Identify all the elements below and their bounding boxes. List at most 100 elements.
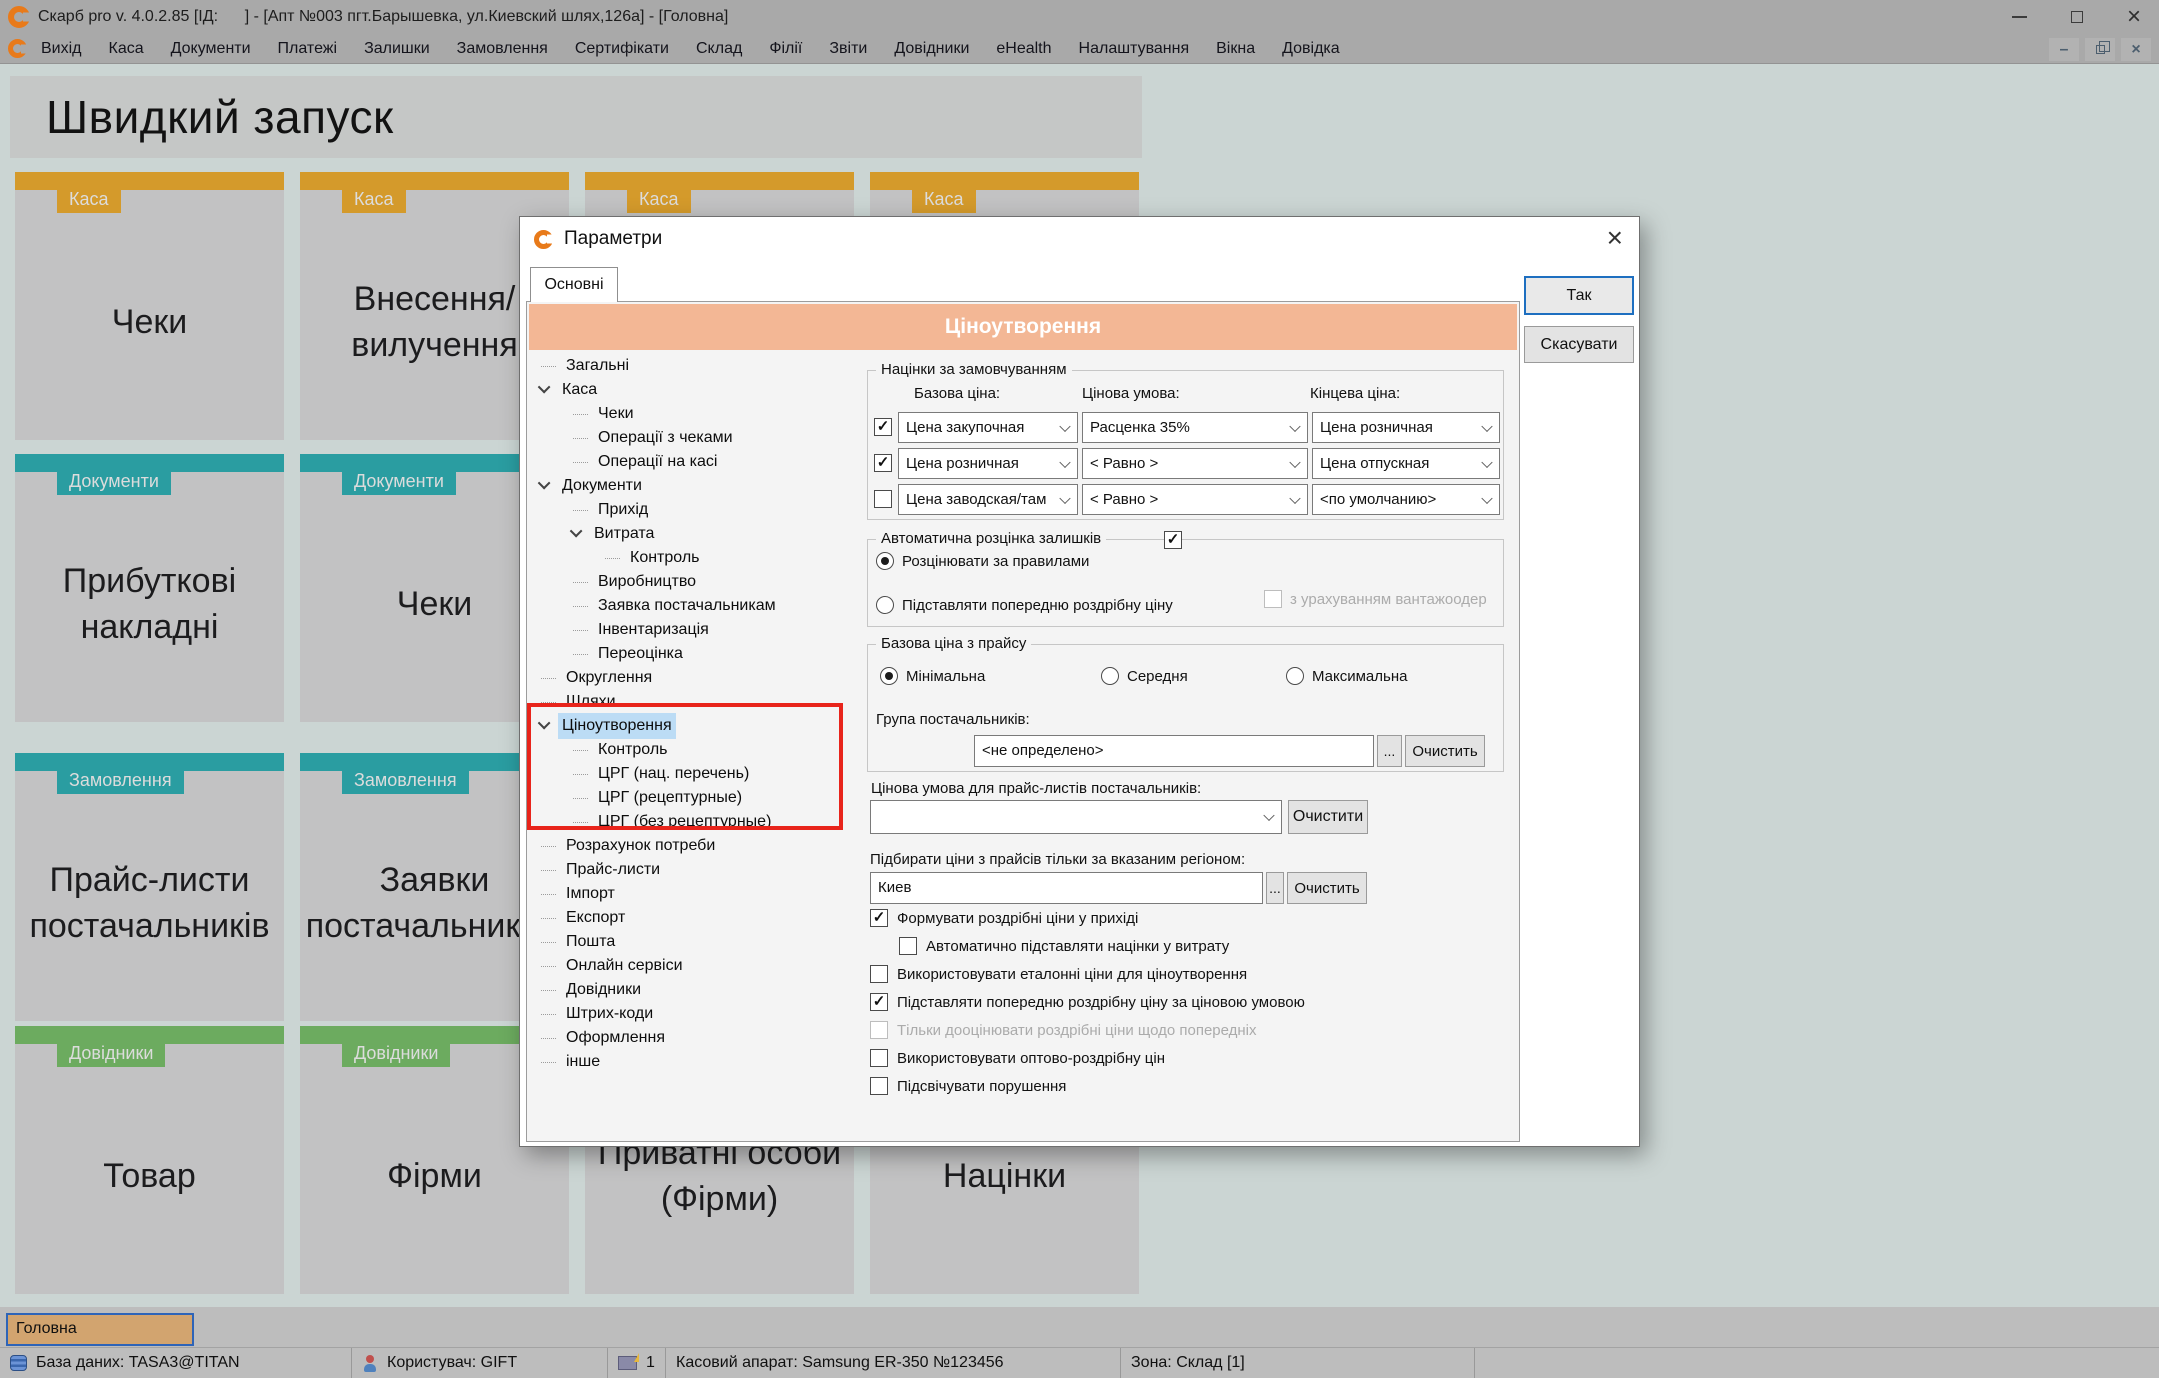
price-condition-select[interactable]: Расценка 35% <box>1082 412 1308 443</box>
tree-item[interactable]: Витрата <box>527 522 857 546</box>
chevron-down-icon <box>1481 492 1492 503</box>
menu-item[interactable]: Філії <box>769 40 802 58</box>
close-icon[interactable]: × <box>2127 5 2141 29</box>
tree-item[interactable]: Документи <box>527 474 857 498</box>
minimize-icon[interactable] <box>2012 16 2027 18</box>
tree-item[interactable]: Прихід <box>527 498 857 522</box>
tree-item[interactable]: Оформлення <box>527 1026 857 1050</box>
price-condition-select[interactable]: < Равно > <box>1082 484 1308 515</box>
tree-item[interactable]: інше <box>527 1050 857 1074</box>
tree-item[interactable]: Довідники <box>527 978 857 1002</box>
tree-item[interactable]: Операції з чеками <box>527 426 857 450</box>
chevron-down-icon[interactable] <box>570 524 583 537</box>
clear-button[interactable]: Очистить <box>1287 872 1367 904</box>
quick-launch-tile[interactable]: Довідники Товар <box>15 1026 284 1294</box>
tree-connector <box>541 366 556 367</box>
tree-item[interactable]: Інвентаризація <box>527 618 857 642</box>
radio-by-rules[interactable] <box>876 552 894 570</box>
window-titlebar: Скарб pro v. 4.0.2.85 [ІД: ] - [Апт №003… <box>0 0 2159 34</box>
menu-item[interactable]: Вихід <box>41 40 82 58</box>
tree-item[interactable]: Імпорт <box>527 882 857 906</box>
price-condition-for-pricelists-select[interactable] <box>870 800 1282 834</box>
menu-item[interactable]: Документи <box>171 40 251 58</box>
row-enabled-checkbox[interactable] <box>874 490 892 508</box>
menu-item[interactable]: Сертифікати <box>575 40 669 58</box>
option-row: Використовувати еталонні ціни для ціноут… <box>870 960 1305 988</box>
suppliers-group-input[interactable]: <не определено> <box>974 735 1374 767</box>
option-checkbox[interactable] <box>870 993 888 1011</box>
option-checkbox[interactable] <box>899 937 917 955</box>
price-condition-select[interactable]: < Равно > <box>1082 448 1308 479</box>
menu-item[interactable]: Склад <box>696 40 742 58</box>
row-enabled-checkbox[interactable] <box>874 418 892 436</box>
tree-item[interactable]: Загальні <box>527 354 857 378</box>
final-price-select[interactable]: Цена отпускная <box>1312 448 1500 479</box>
menu-item[interactable]: Замовлення <box>457 40 548 58</box>
tree-item[interactable]: Пошта <box>527 930 857 954</box>
quick-launch-tile[interactable]: Документи Прибуткові накладні <box>15 454 284 722</box>
menu-item[interactable]: Залишки <box>364 40 430 58</box>
tree-item[interactable]: Заявка постачальникам <box>527 594 857 618</box>
browse-button[interactable]: ... <box>1377 735 1402 767</box>
region-input[interactable]: Киев <box>870 872 1263 904</box>
quick-launch-tile[interactable]: Замовлення Прайс-листи постачальників <box>15 753 284 1021</box>
tree-item[interactable]: Контроль <box>527 546 857 570</box>
clear-button[interactable]: Очистити <box>1288 800 1368 834</box>
tab-osnovni[interactable]: Основні <box>530 267 618 302</box>
tile-category-badge: Документи <box>342 468 456 495</box>
option-checkbox[interactable] <box>870 1077 888 1095</box>
tree-item[interactable]: Онлайн сервіси <box>527 954 857 978</box>
option-checkbox[interactable] <box>870 1021 888 1039</box>
tree-item[interactable]: Переоцінка <box>527 642 857 666</box>
option-checkbox[interactable] <box>870 965 888 983</box>
tree-connector <box>605 558 620 559</box>
final-price-select[interactable]: Цена розничная <box>1312 412 1500 443</box>
tree-item[interactable]: Експорт <box>527 906 857 930</box>
mdi-restore-icon[interactable] <box>2085 38 2115 61</box>
cancel-button[interactable]: Скасувати <box>1524 326 1634 363</box>
tree-item[interactable]: Штрих-коди <box>527 1002 857 1026</box>
tree-item[interactable]: Операції на касі <box>527 450 857 474</box>
tree-item[interactable]: Виробництво <box>527 570 857 594</box>
markup-rule-row: Цена розничная < Равно > Цена отпускная <box>874 448 1503 479</box>
radio-maximal[interactable] <box>1286 667 1304 685</box>
option-checkbox[interactable] <box>870 1049 888 1067</box>
base-price-select[interactable]: Цена закупочная <box>898 412 1078 443</box>
tab-holovna[interactable]: Головна <box>6 1313 194 1346</box>
dialog-close-icon[interactable]: × <box>1607 221 1623 255</box>
final-price-select[interactable]: <по умолчанию> <box>1312 484 1500 515</box>
menu-item[interactable]: Налаштування <box>1079 40 1190 58</box>
radio-previous-price[interactable] <box>876 596 894 614</box>
menu-item[interactable]: Звіти <box>829 40 867 58</box>
tile-category-badge: Довідники <box>57 1040 165 1067</box>
menu-bar: Вихід Каса Документи Платежі Залишки Замовлен… <box>0 34 2159 64</box>
mdi-minimize-icon[interactable]: – <box>2049 38 2079 61</box>
menu-item[interactable]: eHealth <box>996 40 1051 58</box>
tree-item[interactable]: Прайс-листи <box>527 858 857 882</box>
ok-button[interactable]: Так <box>1524 276 1634 315</box>
menu-item[interactable]: Платежі <box>278 40 338 58</box>
menu-item[interactable]: Каса <box>109 40 144 58</box>
browse-button[interactable]: ... <box>1266 872 1284 904</box>
base-price-select[interactable]: Цена заводская/там <box>898 484 1078 515</box>
tree-item[interactable]: Чеки <box>527 402 857 426</box>
tree-item[interactable]: Розрахунок потреби <box>527 834 857 858</box>
chevron-down-icon[interactable] <box>538 476 551 489</box>
quick-launch-tile[interactable]: Каса Чеки <box>15 172 284 440</box>
radio-average[interactable] <box>1101 667 1119 685</box>
clear-button[interactable]: Очистить <box>1405 735 1485 767</box>
tree-item[interactable]: Каса <box>527 378 857 402</box>
menu-item[interactable]: Вікна <box>1216 40 1255 58</box>
restore-icon[interactable] <box>2071 11 2083 23</box>
auto-reprice-checkbox[interactable] <box>1164 531 1182 549</box>
base-price-select[interactable]: Цена розничная <box>898 448 1078 479</box>
mdi-close-icon[interactable]: × <box>2121 38 2151 61</box>
menu-item[interactable]: Довідка <box>1282 40 1340 58</box>
tree-connector <box>541 846 556 847</box>
chevron-down-icon[interactable] <box>538 380 551 393</box>
row-enabled-checkbox[interactable] <box>874 454 892 472</box>
tree-item[interactable]: Округлення <box>527 666 857 690</box>
option-checkbox[interactable] <box>870 909 888 927</box>
menu-item[interactable]: Довідники <box>894 40 969 58</box>
radio-minimal[interactable] <box>880 667 898 685</box>
